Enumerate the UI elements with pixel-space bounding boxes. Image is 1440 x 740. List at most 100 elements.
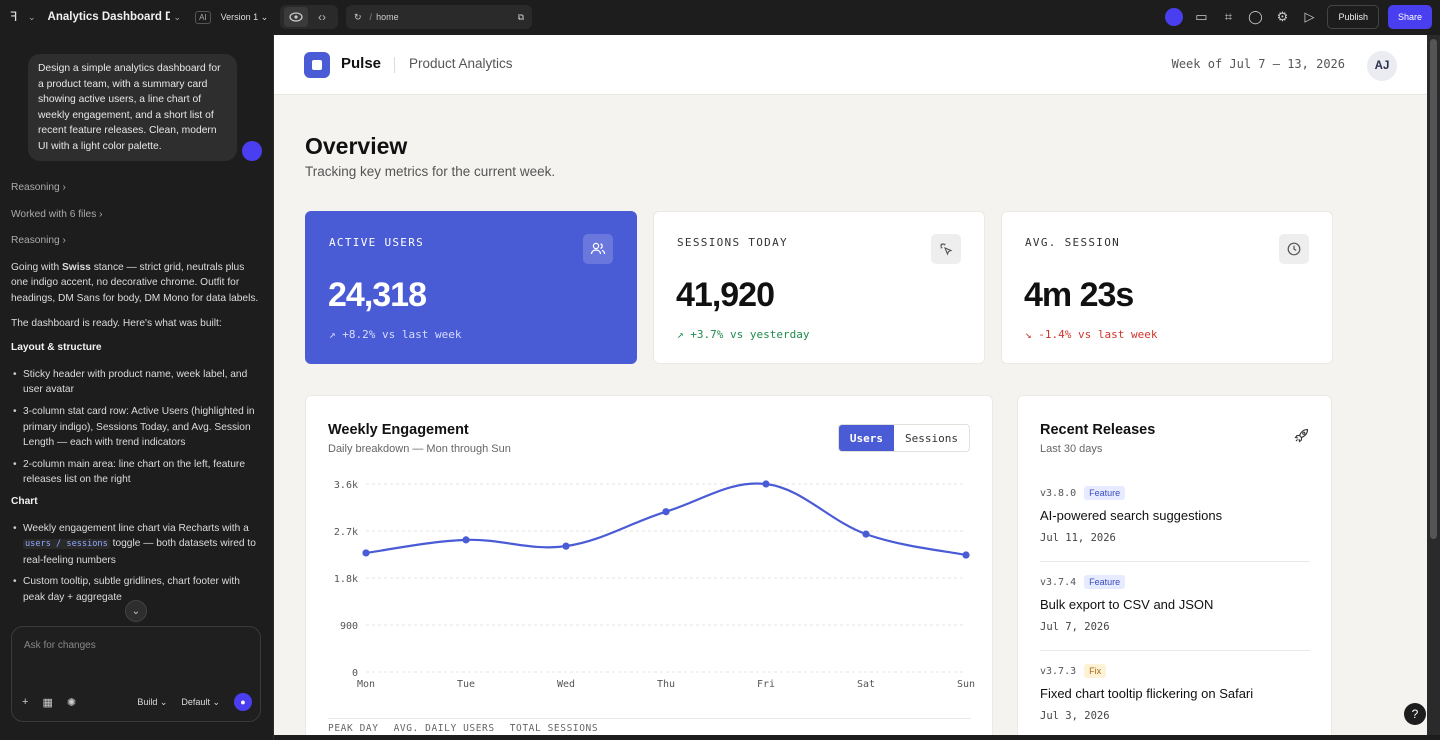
component-icon[interactable]: ⌗ [1219, 8, 1237, 26]
app-logo-icon[interactable]: ꟻ [10, 10, 24, 24]
ready-paragraph: The dashboard is ready. Here's what was … [11, 317, 222, 329]
list-item: Weekly engagement line chart via Rechart… [11, 521, 263, 569]
composer-input[interactable]: Ask for changes [24, 640, 96, 651]
y-tick-label: 2.7k [334, 527, 358, 538]
stat-value: 4m 23s [1024, 276, 1134, 314]
tablet-icon[interactable]: ▭ [1192, 8, 1210, 26]
mode-label: Build [137, 696, 158, 707]
data-point [562, 542, 570, 550]
comment-icon[interactable]: ◯ [1246, 8, 1264, 26]
y-tick-label: 0 [352, 668, 358, 679]
x-tick-label: Fri [757, 679, 775, 690]
reasoning-step[interactable]: Reasoning › [11, 180, 263, 196]
page-subtitle: Tracking key metrics for the current wee… [305, 164, 556, 179]
play-icon[interactable]: ▷ [1300, 8, 1318, 26]
publish-button[interactable]: Publish [1327, 5, 1379, 29]
y-tick-label: 3.6k [334, 480, 358, 491]
layout-list: Sticky header with product name, week la… [11, 367, 263, 488]
stat-trend: ↘ -1.4% vs last week [1025, 328, 1158, 341]
panel-title: Recent Releases [1040, 422, 1156, 438]
chart-heading: Chart [11, 495, 38, 507]
url-slash: / [369, 12, 373, 22]
x-tick-label: Sun [957, 679, 975, 690]
version-select[interactable]: Version 1 ⌄ [221, 12, 269, 23]
chat-composer[interactable]: Ask for changes + ▦ ✺ Build ⌄ Default ⌄ … [11, 626, 261, 722]
help-button[interactable]: ? [1404, 703, 1426, 725]
clock-icon [1279, 234, 1309, 264]
top-toolbar: ꟻ ⌄ Analytics Dashboard De... ⌄ AI Versi… [0, 0, 1440, 34]
list-text: Weekly engagement line chart via Rechart… [23, 522, 249, 534]
intro-bold: Swiss [61, 261, 91, 273]
stat-trend: ↗ +3.7% vs yesterday [677, 328, 810, 341]
recent-releases-panel: Recent Releases Last 30 days v3.8.0 Featu… [1017, 395, 1332, 735]
collaborator-avatar[interactable] [1165, 8, 1184, 26]
plus-icon[interactable]: + [22, 696, 28, 708]
release-item[interactable]: v3.8.0 Feature AI-powered search suggesti… [1040, 486, 1310, 544]
mode-select[interactable]: Build ⌄ [137, 697, 167, 708]
chart-footer: PEAK DAY AVG. DAILY USERS TOTAL SESSIONS [328, 723, 598, 734]
footer-peak-day-label: PEAK DAY [328, 723, 379, 734]
model-label: Default [181, 696, 210, 707]
assistant-response: Reasoning › Worked with 6 files › Reason… [11, 180, 263, 611]
stat-label: SESSIONS TODAY [677, 236, 788, 249]
release-tag: Feature [1084, 486, 1126, 500]
share-button[interactable]: Share [1387, 5, 1432, 29]
release-item[interactable]: v3.7.3 Fix Fixed chart tooltip flickering… [1040, 664, 1310, 722]
url-bar[interactable]: ↻ / home ⧉ [346, 5, 532, 29]
series-line [365, 482, 967, 557]
week-label: Week of Jul 7 – 13, 2026 [1171, 57, 1345, 71]
y-tick-label: 900 [340, 621, 358, 632]
rocket-icon [1294, 428, 1309, 446]
data-point [462, 536, 470, 544]
data-point [362, 549, 370, 557]
open-external-icon[interactable]: ⧉ [518, 12, 524, 23]
chevron-down-icon[interactable]: ⌄ [174, 12, 182, 23]
footer-avg-users-label: AVG. DAILY USERS [393, 723, 495, 734]
list-item: 3-column stat card row: Active Users (hi… [11, 404, 263, 451]
user-avatar [242, 141, 262, 161]
stat-card-avg-session: AVG. SESSION 4m 23s ↘ -1.4% vs last week [1001, 211, 1333, 364]
y-tick-label: 1.8k [334, 574, 358, 585]
scrollbar-thumb[interactable] [1430, 39, 1437, 539]
project-title[interactable]: Analytics Dashboard De... [48, 11, 170, 23]
release-tag: Fix [1084, 664, 1107, 678]
x-tick-label: Sat [857, 679, 875, 690]
divider [1040, 561, 1310, 562]
data-point [762, 480, 770, 488]
chevron-down-icon[interactable]: ⌄ [28, 12, 36, 23]
data-point [662, 508, 670, 516]
intro-text: Going with [11, 261, 62, 273]
data-point [962, 551, 970, 559]
reasoning-step[interactable]: Reasoning › [11, 233, 263, 249]
footer-total-sessions-label: TOTAL SESSIONS [509, 723, 599, 734]
chart-list: Weekly engagement line chart via Rechart… [11, 521, 263, 606]
calendar-icon[interactable]: ▦ [42, 696, 52, 709]
sparkle-icon[interactable]: ✺ [67, 696, 76, 709]
scroll-down-button[interactable]: ⌄ [125, 600, 147, 622]
x-tick-label: Tue [457, 679, 475, 690]
intro-paragraph: Going with Swiss stance — strict grid, n… [11, 260, 263, 307]
user-message: Design a simple analytics dashboard for … [28, 54, 237, 161]
preview-scrollbar[interactable] [1427, 35, 1440, 735]
microphone-icon[interactable]: ● [234, 693, 252, 711]
ai-badge: AI [195, 10, 211, 24]
release-name: Fixed chart tooltip flickering on Safari [1040, 686, 1254, 701]
header-divider [394, 57, 395, 73]
code-icon[interactable]: ‹› [310, 7, 334, 27]
refresh-icon[interactable]: ↻ [354, 12, 362, 23]
files-step[interactable]: Worked with 6 files › [11, 207, 263, 223]
gear-icon[interactable]: ⚙ [1273, 8, 1291, 26]
chat-panel: Design a simple analytics dashboard for … [0, 34, 274, 740]
product-subtitle: Product Analytics [409, 56, 513, 71]
release-name: AI-powered search suggestions [1040, 508, 1223, 523]
preview-eye-icon[interactable] [284, 7, 308, 27]
release-name: Bulk export to CSV and JSON [1040, 597, 1214, 612]
release-item[interactable]: v3.7.4 Feature Bulk export to CSV and JSO… [1040, 575, 1310, 633]
release-version: v3.8.0 [1040, 487, 1077, 499]
avatar[interactable]: AJ [1367, 51, 1397, 81]
panel-subtitle: Last 30 days [1040, 443, 1103, 455]
divider [328, 718, 971, 719]
x-tick-label: Wed [557, 679, 575, 690]
model-select[interactable]: Default ⌄ [181, 697, 220, 708]
brand-logo-icon [304, 52, 330, 78]
